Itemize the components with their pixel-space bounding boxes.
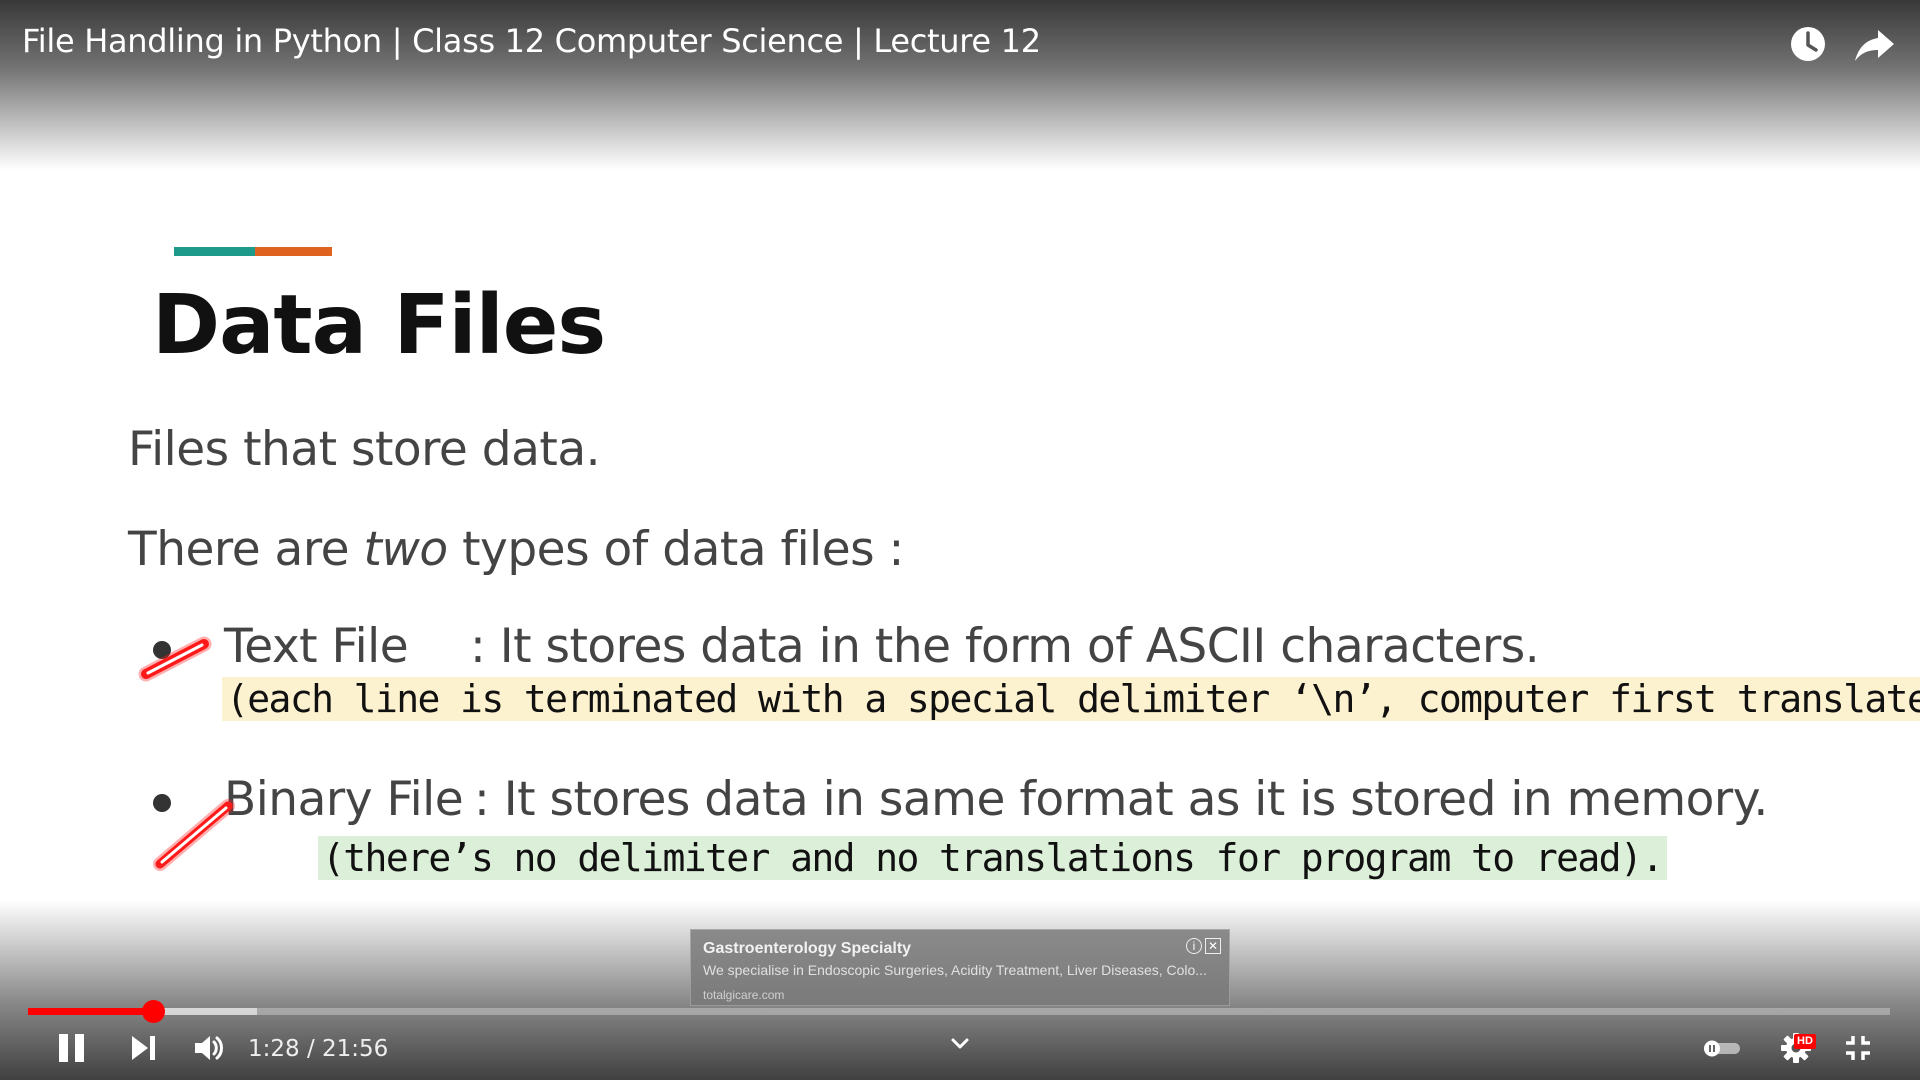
bullet-term-text-file: Text File [224,619,409,674]
share-button[interactable] [1852,22,1896,66]
slide-line-two-types: There are two types of data files : [128,522,904,577]
pause-icon [59,1034,84,1062]
line2-suffix: types of data files : [447,522,904,577]
time-display: 1:28 / 21:56 [248,1036,389,1062]
share-arrow-icon [1855,30,1894,61]
next-video-button[interactable] [128,1032,160,1064]
slide-heading: Data Files [152,278,606,373]
ad-url[interactable]: totalgicare.com [703,988,784,1002]
line2-prefix: There are [128,522,364,577]
ad-close-icon[interactable]: ✕ [1205,938,1221,954]
line2-emphasis: two [363,522,449,577]
pause-button[interactable] [54,1030,90,1066]
bullet-term-binary-file: Binary File [224,772,464,827]
exit-fullscreen-button[interactable] [1842,1032,1874,1064]
bullet-desc-text-file: : It stores data in the form of ASCII ch… [470,619,1540,674]
bullet-desc-binary-file: : It stores data in same format as it is… [474,772,1768,827]
handwritten-note-text-file: (each line is terminated with a special … [222,677,1920,721]
ad-info-icon[interactable]: i [1186,938,1202,954]
video-frame[interactable]: Data Files Files that store data. There … [0,0,1920,1080]
expand-more-button[interactable] [946,1032,974,1056]
video-title[interactable]: File Handling in Python | Class 12 Compu… [22,22,1041,60]
autoplay-toggle-icon [1704,1040,1740,1057]
exit-fullscreen-icon [1846,1036,1870,1060]
title-accent-bar [174,247,332,256]
watch-later-button[interactable] [1786,22,1830,66]
clock-icon [1791,27,1825,61]
pen-check-mark-text-file [138,636,212,682]
accent-teal-segment [174,247,255,256]
handwritten-note-binary-file: (there’s no delimiter and no translation… [318,836,1667,880]
hd-badge: HD [1794,1034,1816,1049]
progress-bar[interactable] [28,1000,1890,1023]
scrubber-handle[interactable] [141,1000,165,1023]
autoplay-toggle[interactable] [1700,1038,1744,1058]
slide-line-files-store-data: Files that store data. [128,422,601,477]
accent-orange-segment [255,247,332,256]
volume-button[interactable] [192,1031,226,1065]
chevron-down-icon [951,1038,969,1049]
pen-check-mark-binary-file [153,799,235,871]
progress-played [28,1008,153,1015]
ad-title[interactable]: Gastroenterology Specialty [703,940,911,958]
ad-description[interactable]: We specialise in Endoscopic Surgeries, A… [703,962,1218,978]
ad-overlay[interactable]: Gastroenterology Specialty We specialise… [690,929,1230,1006]
skip-next-icon [132,1036,155,1060]
volume-icon [195,1036,223,1060]
